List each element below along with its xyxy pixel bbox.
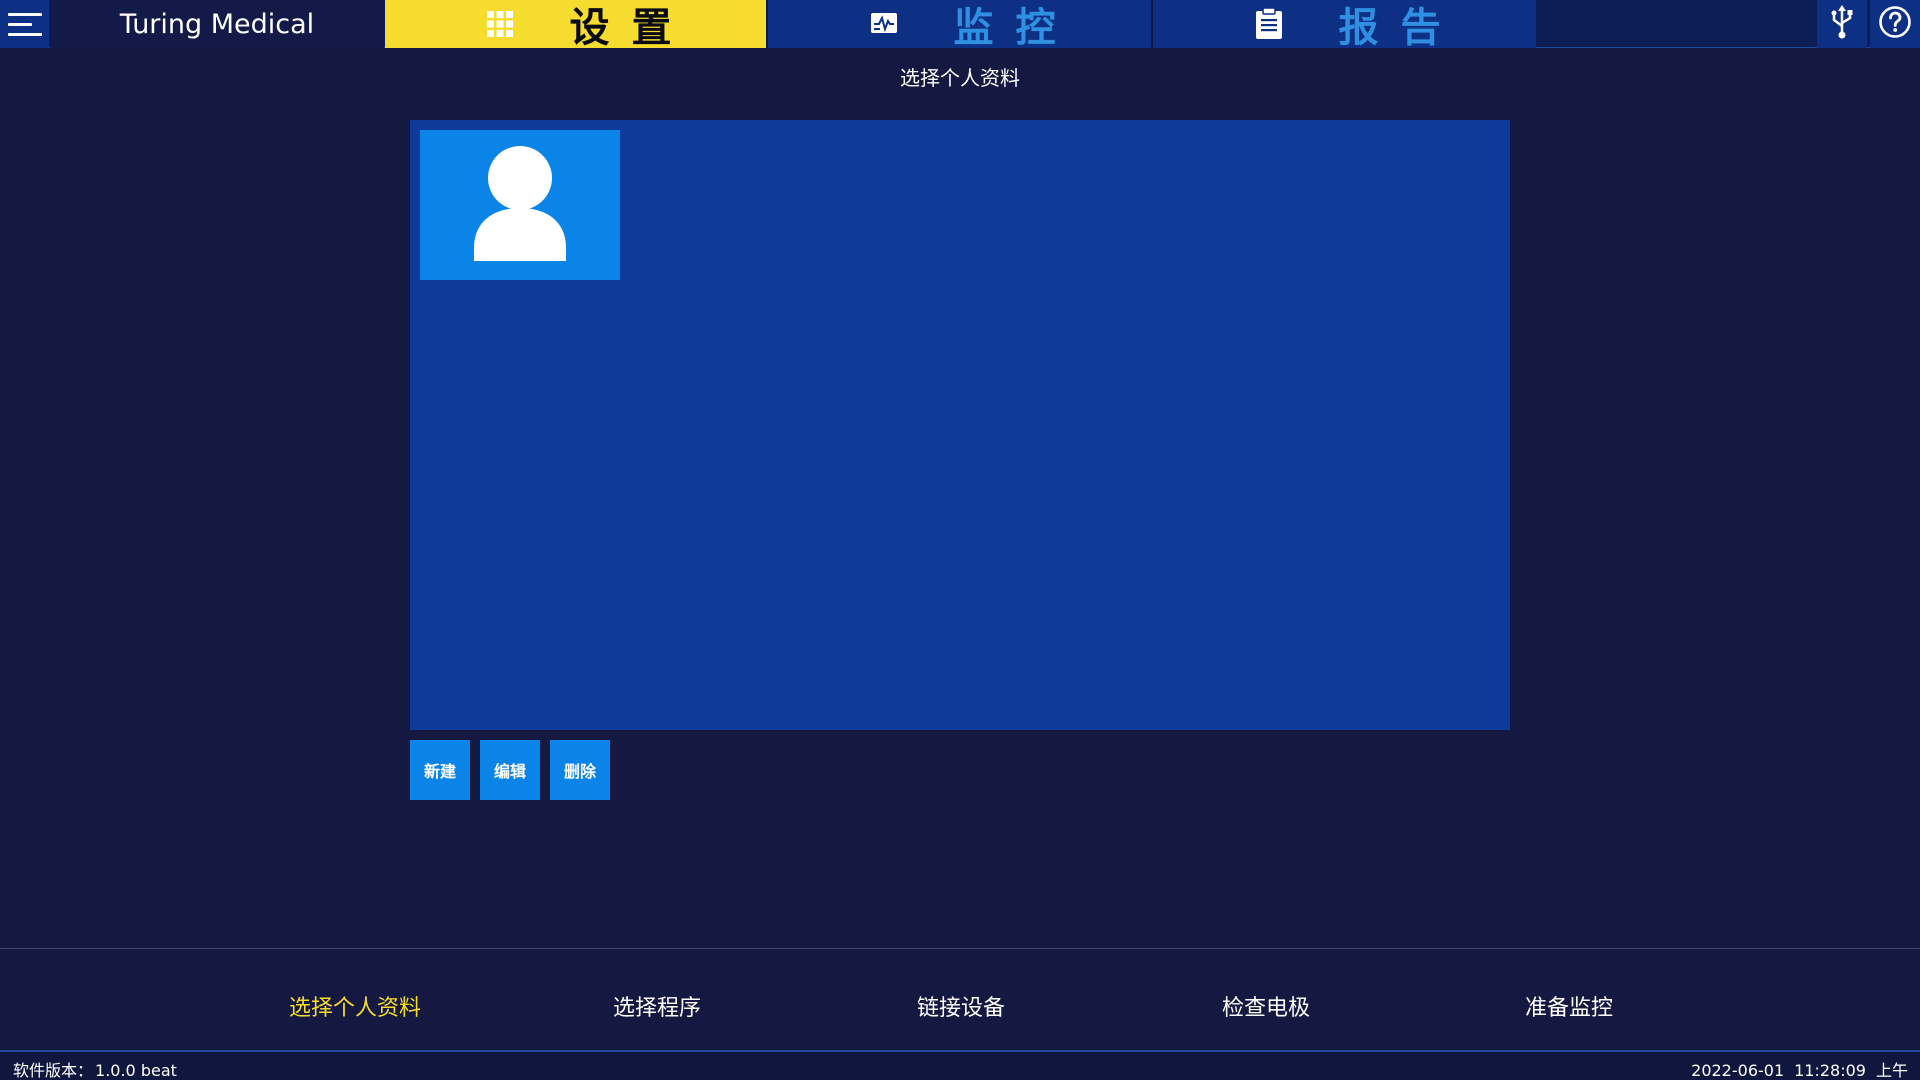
workflow-steps: 选择个人资料 选择程序 链接设备 检查电极 准备监控	[0, 990, 1920, 1026]
step-select-profile[interactable]: 选择个人资料	[289, 990, 421, 1022]
am-pm: 上午	[1875, 1061, 1908, 1080]
help-button[interactable]	[1870, 0, 1920, 48]
step-prepare-monitoring[interactable]: 准备监控	[1525, 990, 1613, 1022]
help-icon	[1878, 5, 1912, 43]
tab-monitor-label: 监控	[953, 5, 1078, 51]
section-title: 选择个人资料	[900, 66, 1020, 90]
profile-actions: 新建 编辑 删除	[410, 740, 610, 800]
menu-icon-line	[8, 22, 32, 26]
usb-button[interactable]	[1817, 0, 1867, 48]
version-value: 1.0.0 beat	[95, 1061, 177, 1080]
monitor-icon	[864, 4, 904, 44]
new-button[interactable]: 新建	[410, 740, 470, 800]
edit-button[interactable]: 编辑	[480, 740, 540, 800]
step-select-program[interactable]: 选择程序	[613, 990, 701, 1022]
profile-list-panel	[410, 120, 1510, 730]
app-title: Turing Medical	[50, 0, 384, 48]
datetime: 2022-06-01 11:28:09 上午	[1681, 1057, 1908, 1080]
grid-icon	[480, 4, 520, 44]
usb-icon	[1829, 5, 1855, 43]
tab-report[interactable]: 报告	[1153, 0, 1536, 51]
tab-settings-label: 设置	[569, 5, 694, 51]
clipboard-icon	[1249, 4, 1289, 44]
time: 11:28:09	[1794, 1061, 1866, 1080]
profile-card[interactable]	[420, 130, 620, 280]
user-avatar-icon	[474, 145, 566, 265]
delete-button[interactable]: 删除	[550, 740, 610, 800]
menu-icon-line	[8, 32, 42, 36]
tab-monitor[interactable]: 监控	[768, 0, 1151, 51]
version-label: 软件版本：	[13, 1061, 94, 1080]
step-connect-device[interactable]: 链接设备	[917, 990, 1005, 1022]
top-bar: Turing Medical 设置 监控 报告	[0, 0, 1920, 51]
tab-settings[interactable]: 设置	[385, 0, 766, 51]
tab-report-label: 报告	[1338, 5, 1463, 51]
steps-divider	[0, 948, 1920, 949]
menu-icon	[8, 12, 42, 16]
menu-button[interactable]	[0, 0, 49, 48]
date: 2022-06-01	[1691, 1061, 1785, 1080]
step-check-electrodes[interactable]: 检查电极	[1222, 990, 1310, 1022]
software-version: 软件版本： 1.0.0 beat	[13, 1057, 177, 1080]
status-bar: 软件版本： 1.0.0 beat 2022-06-01 11:28:09 上午	[0, 1050, 1920, 1080]
